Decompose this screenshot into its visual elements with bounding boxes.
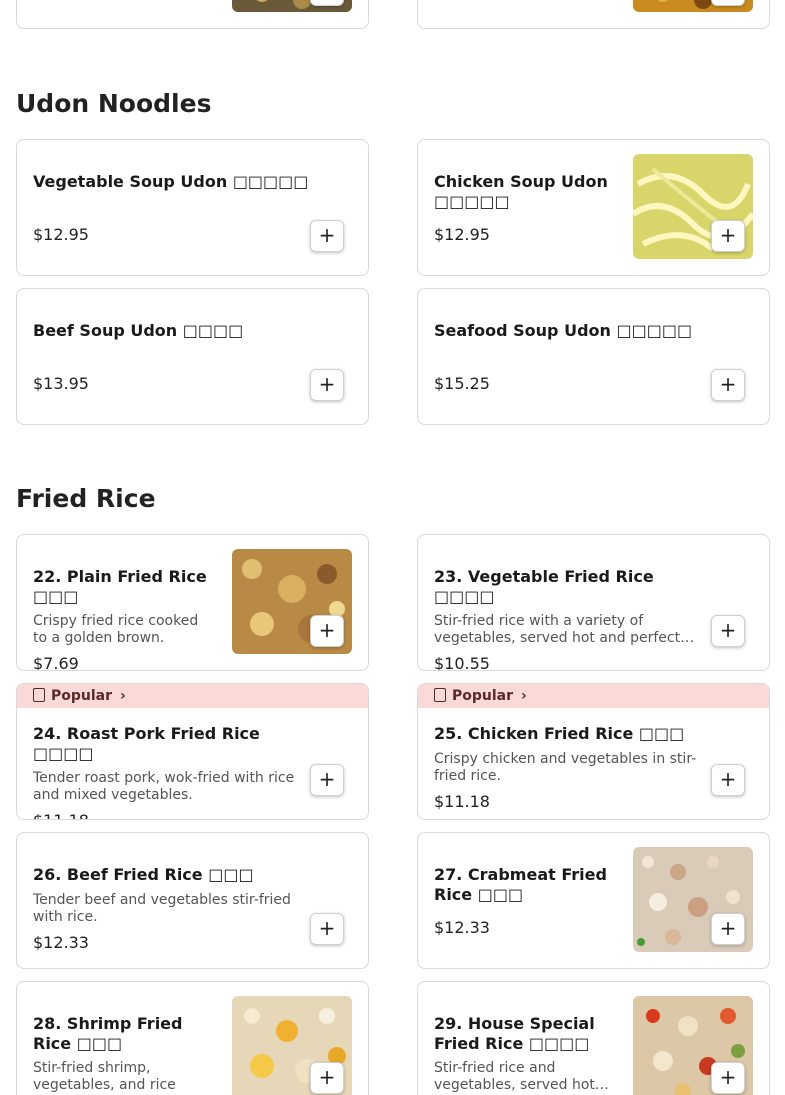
item-price: $12.95	[33, 225, 89, 244]
menu-item-card[interactable]: 26. Beef Fried Rice □□□ Tender beef and …	[16, 832, 369, 969]
item-price: $12.95	[434, 225, 490, 244]
item-description: Tender roast pork, wok-fried with rice a…	[33, 770, 295, 803]
item-price: $7.69	[33, 654, 79, 671]
popular-icon	[33, 688, 45, 702]
menu-item-card[interactable]: 27. Crabmeat Fried Rice □□□ $12.33 +	[417, 832, 770, 969]
item-price: $13.95	[33, 374, 89, 393]
add-to-cart-button[interactable]: +	[310, 1062, 344, 1094]
add-to-cart-button[interactable]: +	[711, 0, 745, 6]
section-title-udon: Udon Noodles	[16, 89, 212, 118]
add-to-cart-button[interactable]: +	[310, 369, 344, 401]
popular-banner[interactable]: Popular ›	[418, 684, 769, 708]
menu-item-card[interactable]: 22. Plain Fried Rice □□□ Crispy fried ri…	[16, 534, 369, 671]
item-name: 26. Beef Fried Rice □□□	[33, 865, 254, 884]
add-to-cart-button[interactable]: +	[711, 369, 745, 401]
item-price: $15.25	[434, 374, 490, 393]
section-title-fried-rice: Fried Rice	[16, 484, 156, 513]
add-to-cart-button[interactable]: +	[310, 764, 344, 796]
item-price: $11.18	[33, 811, 89, 819]
add-to-cart-button[interactable]: +	[310, 0, 344, 6]
item-name: 29. House Special Fried Rice □□□□	[434, 1014, 595, 1053]
add-to-cart-button[interactable]: +	[711, 764, 745, 796]
popular-banner[interactable]: Popular ›	[17, 684, 368, 708]
item-price: $11.18	[434, 792, 490, 811]
add-to-cart-button[interactable]: +	[711, 1062, 745, 1094]
add-to-cart-button[interactable]: +	[711, 913, 745, 945]
popular-icon	[434, 688, 446, 702]
item-description: Crispy chicken and vegetables in stir-fr…	[434, 751, 697, 784]
item-name: Beef Soup Udon □□□□	[33, 321, 244, 340]
item-description: Crispy fried rice cooked to a golden bro…	[33, 613, 199, 646]
menu-item-card[interactable]: Seafood Soup Udon □□□□□ $15.25 +	[417, 288, 770, 425]
menu-item-card[interactable]: 23. Vegetable Fried Rice □□□□ Stir-fried…	[417, 534, 770, 671]
add-to-cart-button[interactable]: +	[310, 220, 344, 252]
add-to-cart-button[interactable]: +	[310, 615, 344, 647]
item-name: 28. Shrimp Fried Rice □□□	[33, 1014, 183, 1053]
item-name: 23. Vegetable Fried Rice □□□□	[434, 567, 654, 606]
add-to-cart-button[interactable]: +	[711, 615, 745, 647]
add-to-cart-button[interactable]: +	[711, 220, 745, 252]
chevron-right-icon: ›	[521, 688, 527, 704]
menu-item-card[interactable]: +	[16, 0, 369, 29]
item-description: Stir-fried shrimp, vegetables, and rice	[33, 1060, 176, 1093]
menu-item-card[interactable]: Popular › 24. Roast Pork Fried Rice □□□□ …	[16, 683, 369, 820]
item-description: Stir-fried rice with a variety of vegeta…	[434, 613, 695, 646]
item-description: Stir-fried rice and vegetables, served h…	[434, 1060, 609, 1093]
item-name: 27. Crabmeat Fried Rice □□□	[434, 865, 607, 904]
menu-item-card[interactable]: 28. Shrimp Fried Rice □□□ Stir-fried shr…	[16, 981, 369, 1095]
item-name: 22. Plain Fried Rice □□□	[33, 567, 207, 606]
add-to-cart-button[interactable]: +	[310, 913, 344, 945]
menu-item-card[interactable]: Beef Soup Udon □□□□ $13.95 +	[16, 288, 369, 425]
menu-item-card[interactable]: 29. House Special Fried Rice □□□□ Stir-f…	[417, 981, 770, 1095]
menu-item-card[interactable]: Vegetable Soup Udon □□□□□ $12.95 +	[16, 139, 369, 276]
menu-item-card[interactable]: +	[417, 0, 770, 29]
item-price: $12.33	[434, 918, 490, 937]
item-name: Vegetable Soup Udon □□□□□	[33, 172, 309, 191]
item-name: Seafood Soup Udon □□□□□	[434, 321, 693, 340]
menu-item-card[interactable]: Chicken Soup Udon □□□□□ $12.95 +	[417, 139, 770, 276]
item-name: 24. Roast Pork Fried Rice □□□□	[33, 724, 260, 763]
item-price: $10.55	[434, 654, 490, 671]
item-name: Chicken Soup Udon □□□□□	[434, 172, 608, 211]
item-name: 25. Chicken Fried Rice □□□	[434, 724, 685, 743]
menu-item-card[interactable]: Popular › 25. Chicken Fried Rice □□□ Cris…	[417, 683, 770, 820]
item-description: Tender beef and vegetables stir-fried wi…	[33, 892, 291, 925]
item-price: $12.33	[33, 933, 89, 952]
chevron-right-icon: ›	[120, 688, 126, 704]
